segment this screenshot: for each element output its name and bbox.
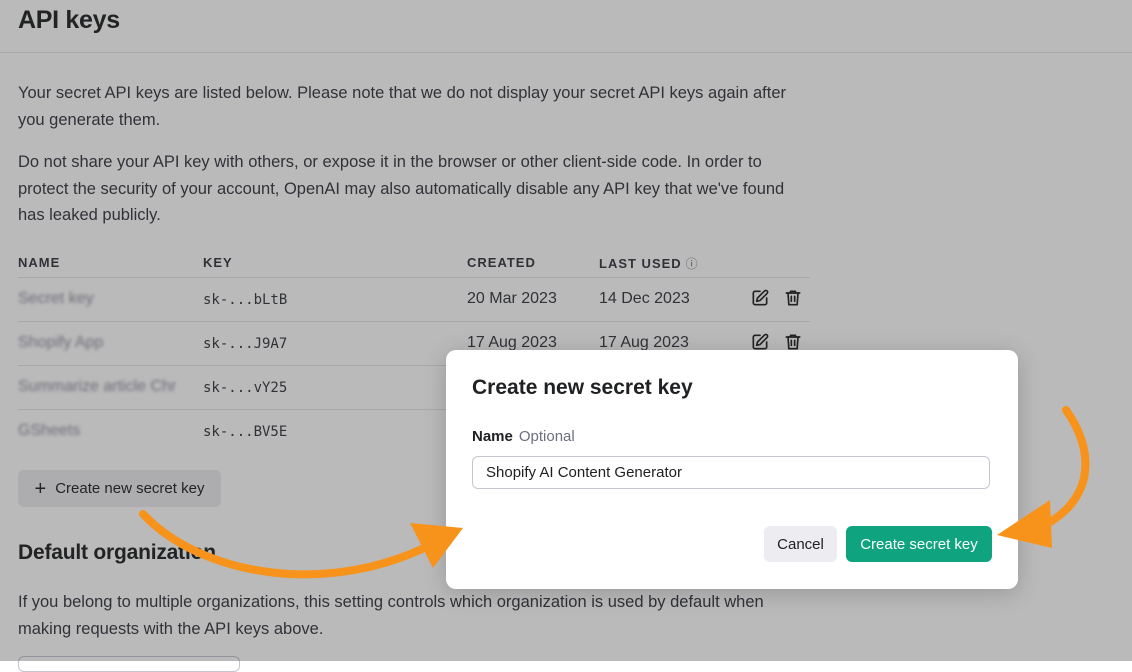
dialog-title: Create new secret key [472,376,693,399]
name-label: Name [472,428,513,445]
name-field-label: Name Optional [472,428,575,445]
key-name-input[interactable] [472,456,990,489]
optional-hint: Optional [518,428,575,445]
create-secret-key-button[interactable]: Create secret key [846,526,992,562]
create-secret-key-dialog: Create new secret key Name Optional Cance… [446,350,1018,589]
cancel-button[interactable]: Cancel [764,526,837,562]
